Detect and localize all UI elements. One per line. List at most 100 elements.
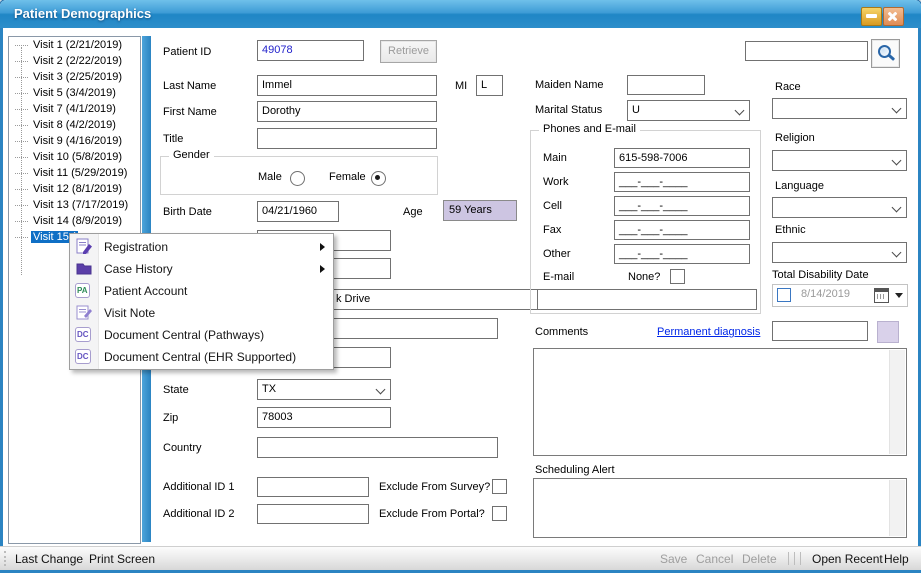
toolbar-grip-icon[interactable]: [4, 551, 6, 566]
country-input[interactable]: [257, 437, 498, 458]
menu-item-registration[interactable]: Registration: [70, 236, 333, 258]
last-name-input[interactable]: Immel: [257, 75, 437, 96]
registration-doc-pen-icon: [75, 238, 93, 256]
gender-female-radio[interactable]: [371, 171, 386, 186]
visit-item[interactable]: Visit 7 (4/1/2019): [9, 101, 140, 117]
calendar-icon[interactable]: [874, 288, 889, 303]
submenu-arrow-icon: [320, 265, 325, 273]
state-select[interactable]: TX: [257, 379, 391, 400]
phone-work-label: Work: [543, 176, 568, 188]
minimize-button[interactable]: [861, 7, 882, 26]
phone-cell-input[interactable]: ___-___-____: [614, 196, 750, 216]
toolbar-separator: [794, 552, 795, 565]
patient-demographics-window: Patient Demographics Visit 1 (2/21/2019)…: [0, 0, 921, 573]
language-select[interactable]: [772, 197, 907, 218]
birth-date-input[interactable]: 04/21/1960: [257, 201, 339, 222]
visit-item[interactable]: Visit 9 (4/16/2019): [9, 133, 140, 149]
last-change-button[interactable]: Last Change: [15, 552, 83, 566]
phone-work-input[interactable]: ___-___-____: [614, 172, 750, 192]
email-none-checkbox[interactable]: [670, 269, 685, 284]
zip-label: Zip: [163, 412, 178, 424]
delete-button[interactable]: Delete: [742, 552, 777, 566]
total-disability-value: 8/14/2019: [801, 288, 850, 300]
menu-item-visit-note[interactable]: Visit Note: [70, 302, 333, 324]
visit-item[interactable]: Visit 5 (3/4/2019): [9, 85, 140, 101]
zip-input[interactable]: 78003: [257, 407, 391, 428]
tree-connector-icon: [15, 109, 28, 110]
save-button[interactable]: Save: [660, 552, 687, 566]
menu-item-case-history[interactable]: Case History: [70, 258, 333, 280]
note-pencil-icon: [75, 304, 93, 322]
visit-item[interactable]: Visit 12 (8/1/2019): [9, 181, 140, 197]
visit-item[interactable]: Visit 3 (2/25/2019): [9, 69, 140, 85]
patient-id-input[interactable]: 49078: [257, 40, 364, 61]
context-menu: Registration Case History PA Patient Acc…: [69, 233, 334, 370]
calendar-dropdown-icon[interactable]: [895, 293, 903, 298]
chevron-down-icon: [735, 106, 745, 116]
visit-item[interactable]: Visit 10 (5/8/2019): [9, 149, 140, 165]
cancel-button[interactable]: Cancel: [696, 552, 733, 566]
tree-connector-icon: [15, 77, 28, 78]
ethnic-label: Ethnic: [775, 224, 806, 236]
tree-connector-icon: [15, 237, 28, 238]
first-name-input[interactable]: Dorothy: [257, 101, 437, 122]
gender-male-radio[interactable]: [290, 171, 305, 186]
help-button[interactable]: Help: [884, 552, 909, 566]
email-input[interactable]: [537, 289, 757, 310]
search-button[interactable]: [871, 39, 900, 68]
exclude-survey-checkbox[interactable]: [492, 479, 507, 494]
phone-other-input[interactable]: ___-___-____: [614, 244, 750, 264]
diagnosis-color-swatch[interactable]: [877, 321, 899, 343]
total-disability-checkbox[interactable]: [777, 288, 791, 302]
comments-scrollbar[interactable]: [889, 350, 905, 454]
visit-item[interactable]: Visit 2 (2/22/2019): [9, 53, 140, 69]
menu-item-label: Case History: [104, 262, 173, 276]
visit-item[interactable]: Visit 11 (5/29/2019): [9, 165, 140, 181]
visit-item-label: Visit 12 (8/1/2019): [31, 183, 124, 195]
close-button[interactable]: [883, 7, 904, 26]
mi-input[interactable]: L: [476, 75, 503, 96]
search-input[interactable]: [745, 41, 868, 61]
religion-select[interactable]: [772, 150, 907, 171]
mi-label: MI: [455, 80, 467, 92]
tree-connector-icon: [15, 61, 28, 62]
submenu-arrow-icon: [320, 243, 325, 251]
race-select[interactable]: [772, 98, 907, 119]
menu-item-document-central-pathways[interactable]: DC Document Central (Pathways): [70, 324, 333, 346]
scheduling-scrollbar[interactable]: [889, 480, 905, 536]
marital-status-select[interactable]: U: [627, 100, 750, 121]
phone-other-label: Other: [543, 248, 571, 260]
visit-item[interactable]: Visit 8 (4/2/2019): [9, 117, 140, 133]
additional-id-2-input[interactable]: [257, 504, 369, 524]
marital-status-value: U: [632, 104, 640, 116]
ethnic-select[interactable]: [772, 242, 907, 263]
dc-badge-icon: DC: [75, 327, 91, 342]
maiden-name-input[interactable]: [627, 75, 705, 95]
phone-fax-input[interactable]: ___-___-____: [614, 220, 750, 240]
last-name-label: Last Name: [163, 80, 216, 92]
visit-item[interactable]: Visit 14 (8/9/2019): [9, 213, 140, 229]
scheduling-alert-textarea[interactable]: [533, 478, 907, 538]
exclude-portal-checkbox[interactable]: [492, 506, 507, 521]
menu-item-document-central-ehr[interactable]: DC Document Central (EHR Supported): [70, 346, 333, 368]
visit-item[interactable]: Visit 1 (2/21/2019): [9, 37, 140, 53]
additional-id-1-input[interactable]: [257, 477, 369, 497]
permanent-diagnosis-input[interactable]: [772, 321, 868, 341]
menu-item-patient-account[interactable]: PA Patient Account: [70, 280, 333, 302]
titlebar: Patient Demographics: [0, 0, 921, 28]
state-value: TX: [262, 383, 276, 395]
phone-main-input[interactable]: 615-598-7006: [614, 148, 750, 168]
visit-item-label: Visit 3 (2/25/2019): [31, 71, 124, 83]
title-input[interactable]: [257, 128, 437, 149]
retrieve-button[interactable]: Retrieve: [380, 40, 437, 63]
permanent-diagnosis-link[interactable]: Permanent diagnosis: [657, 326, 760, 338]
visit-item-label: Visit 11 (5/29/2019): [31, 167, 129, 179]
language-label: Language: [775, 180, 824, 192]
visit-item[interactable]: Visit 13 (7/17/2019): [9, 197, 140, 213]
menu-item-label: Visit Note: [104, 306, 155, 320]
total-disability-datepicker[interactable]: 8/14/2019: [772, 284, 908, 307]
print-screen-button[interactable]: Print Screen: [89, 552, 155, 566]
visit-item-label: Visit 5 (3/4/2019): [31, 87, 118, 99]
open-recent-button[interactable]: Open Recent: [812, 552, 883, 566]
comments-textarea[interactable]: [533, 348, 907, 456]
